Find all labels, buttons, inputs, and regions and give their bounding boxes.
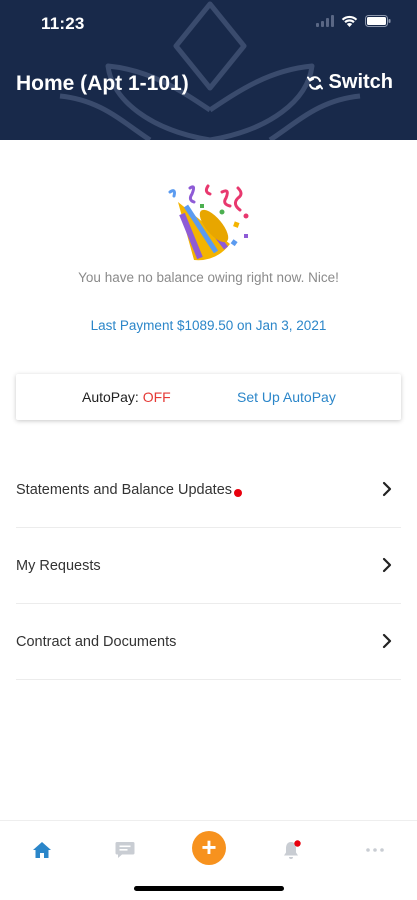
menu-item-label: Statements and Balance Updates <box>16 482 233 498</box>
home-indicator <box>134 886 284 891</box>
add-icon: + <box>201 832 217 862</box>
notification-dot <box>234 489 242 497</box>
tab-more[interactable] <box>360 835 390 865</box>
tab-messages[interactable] <box>110 835 140 865</box>
messages-icon <box>115 842 135 858</box>
tab-home[interactable] <box>27 835 57 865</box>
last-payment-link[interactable]: Last Payment $1089.50 on Jan 3, 2021 <box>0 318 417 333</box>
tab-add[interactable]: + <box>192 831 226 865</box>
signal-icon <box>316 15 334 27</box>
autopay-status: AutoPay: OFF <box>82 389 171 405</box>
home-icon <box>33 842 51 858</box>
status-time: 11:23 <box>41 14 85 33</box>
menu-item-contract-documents[interactable]: Contract and Documents <box>16 604 401 680</box>
autopay-label: AutoPay: <box>82 389 139 405</box>
balance-message: You have no balance owing right now. Nic… <box>78 270 339 285</box>
menu-item-label: My Requests <box>16 558 101 574</box>
battery-icon <box>365 15 391 27</box>
setup-autopay-link[interactable]: Set Up AutoPay <box>237 389 336 405</box>
menu-item-label: Contract and Documents <box>16 634 177 650</box>
chevron-right-icon <box>382 557 392 573</box>
chevron-right-icon <box>382 633 392 649</box>
switch-button[interactable]: Switch <box>306 71 393 94</box>
tab-notifications[interactable] <box>277 835 307 865</box>
title-row: Home (Apt 1-101) Switch <box>0 66 417 102</box>
status-bar: 11:23 <box>0 0 417 46</box>
menu-item-my-requests[interactable]: My Requests <box>16 528 401 604</box>
party-popper-icon <box>168 184 249 261</box>
page-title: Home (Apt 1-101) <box>16 72 189 95</box>
refresh-icon <box>306 75 323 90</box>
wifi-icon <box>341 15 358 27</box>
chevron-right-icon <box>382 481 392 497</box>
status-icons <box>316 15 391 27</box>
switch-label: Switch <box>328 71 393 93</box>
more-icon <box>366 848 384 852</box>
bell-icon <box>284 840 301 859</box>
menu-item-statements[interactable]: Statements and Balance Updates <box>16 452 401 528</box>
autopay-card: AutoPay: OFF Set Up AutoPay <box>16 374 401 420</box>
autopay-status-value: OFF <box>142 389 171 405</box>
app-header: 11:23 Home (Apt 1-101) Switch <box>0 0 417 140</box>
menu-list: Statements and Balance Updates My Reques… <box>16 452 401 680</box>
